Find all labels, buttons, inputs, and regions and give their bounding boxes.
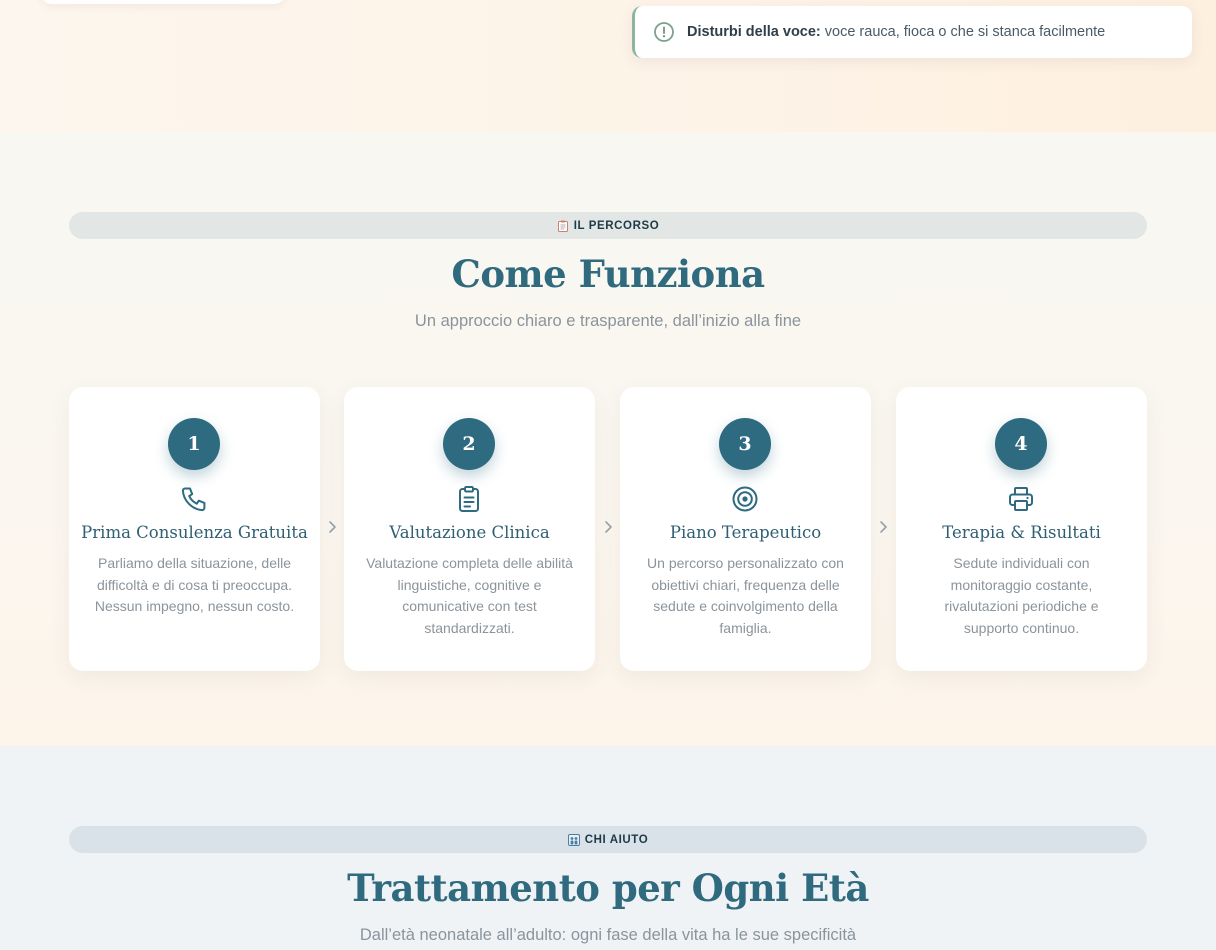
process-subtitle: Un approccio chiaro e trasparente, dall’… [414, 312, 802, 330]
step-number: 3 [719, 418, 771, 470]
step-title: Prima Consulenza Gratuita [81, 523, 308, 542]
chevron-right-icon [601, 520, 615, 534]
hero-card [40, 0, 286, 4]
step-card-3: 3 Piano Terapeutico Un percorso personal… [620, 387, 871, 671]
step-title: Valutazione Clinica [389, 523, 550, 542]
alert-circle-icon [653, 21, 675, 43]
step-card-2: 2 Valutazione Clinica Valutazione comple… [344, 387, 595, 671]
step-number: 2 [443, 418, 495, 470]
who-badge-label: CHI AIUTO [584, 833, 649, 846]
chevron-right-icon [325, 520, 339, 534]
process-section: IL PERCORSO Come Funziona Un approccio c… [0, 132, 1216, 746]
family-icon [567, 833, 580, 846]
chevron-right-icon [876, 520, 890, 534]
step-description: Un percorso personalizzato con obiettivi… [647, 555, 844, 636]
target-icon [730, 484, 760, 514]
step-description: Parliamo della situazione, delle diffico… [94, 555, 295, 614]
step-title: Terapia & Risultati [942, 523, 1101, 542]
hero-section: Disturbi della voce: voce rauca, fioca o… [0, 0, 1216, 132]
phone-icon [179, 484, 209, 514]
step-title: Piano Terapeutico [669, 523, 822, 542]
step-description: Valutazione completa delle abilità lingu… [366, 555, 573, 636]
printer-icon [1006, 484, 1036, 514]
who-subtitle: Dall’età neonatale all’adulto: ogni fase… [359, 926, 857, 944]
process-badge-label: IL PERCORSO [573, 219, 660, 232]
process-title: Come Funziona [451, 252, 765, 296]
notice-label: Disturbi della voce: [687, 24, 821, 40]
who-title: Trattamento per Ogni Età [347, 866, 869, 910]
who-badge: CHI AIUTO [69, 826, 1147, 853]
clipboard-list-icon [454, 484, 484, 514]
step-number: 4 [995, 418, 1047, 470]
clipboard-icon [557, 220, 569, 232]
who-section: CHI AIUTO Trattamento per Ogni Età Dall’… [0, 746, 1216, 950]
step-card-1: 1 Prima Consulenza Gratuita Parliamo del… [69, 387, 320, 671]
notice-text: voce rauca, fioca o che si stanca facilm… [824, 24, 1106, 40]
step-card-4: 4 Terapia & Risultati Sedute individuali… [896, 387, 1147, 671]
voice-disorder-notice: Disturbi della voce: voce rauca, fioca o… [632, 6, 1192, 58]
step-description: Sedute individuali con monitoraggio cost… [944, 555, 1099, 636]
process-badge: IL PERCORSO [69, 212, 1147, 239]
step-number: 1 [168, 418, 220, 470]
